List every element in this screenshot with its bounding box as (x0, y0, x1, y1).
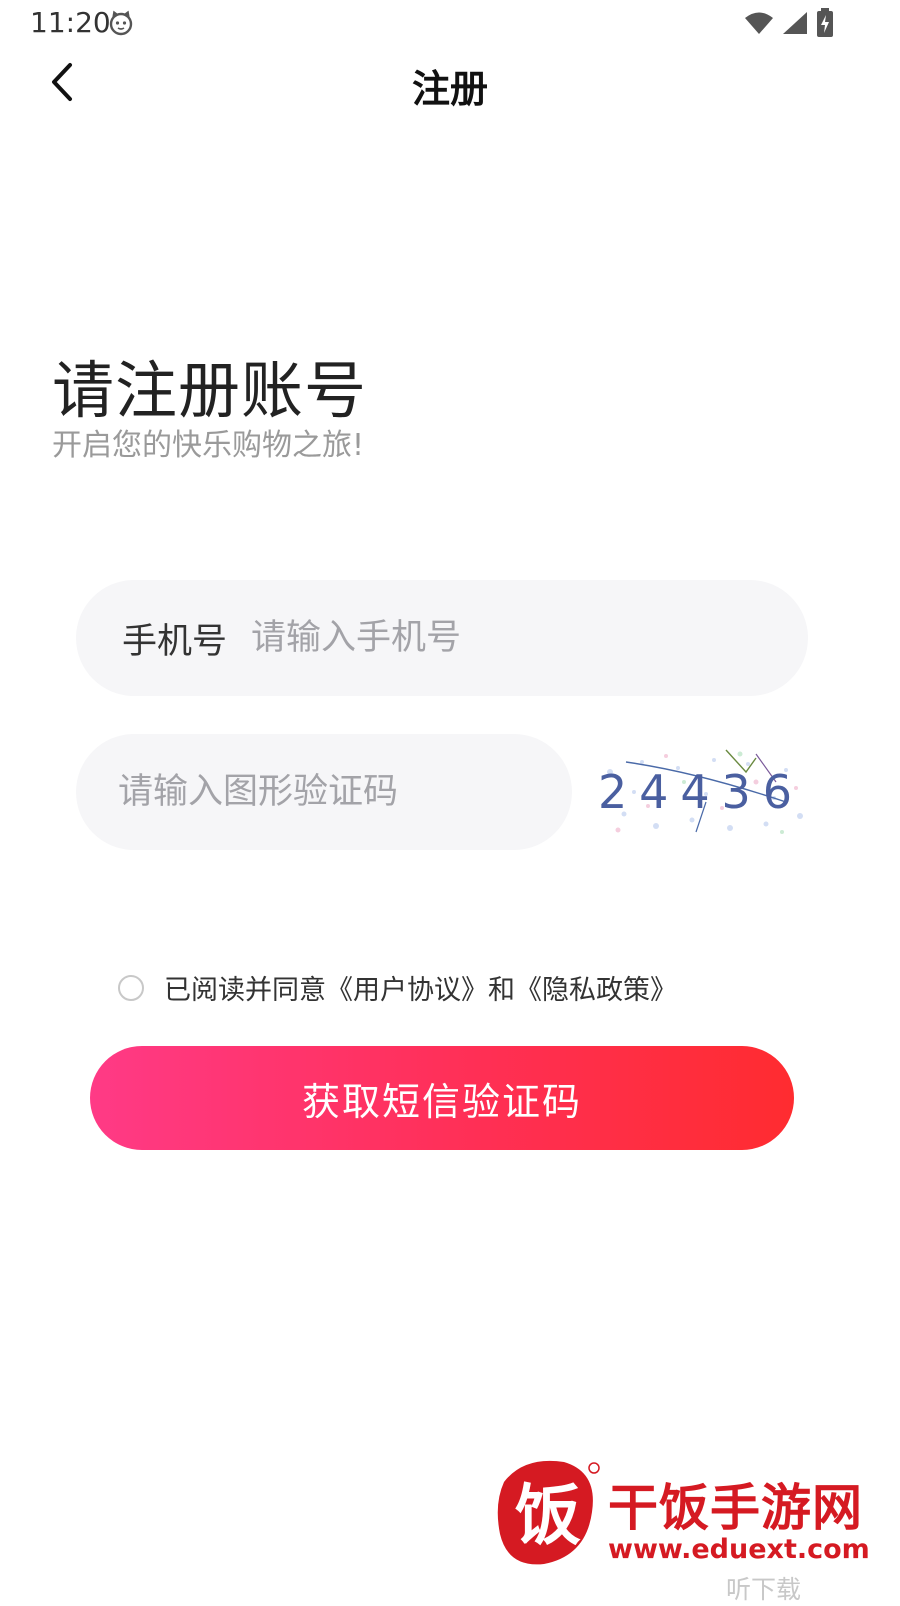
watermark-logo: 饭 (494, 1452, 602, 1572)
signal-icon (782, 11, 808, 39)
captcha-input[interactable] (116, 771, 572, 813)
register-heading: 请注册账号 (52, 354, 368, 427)
captcha-field[interactable] (76, 734, 572, 850)
user-agreement-link[interactable]: 《用户协议》 (326, 975, 488, 1006)
privacy-policy-link[interactable]: 《隐私政策》 (515, 975, 677, 1006)
get-sms-code-button[interactable]: 获取短信验证码 (90, 1046, 794, 1150)
svg-text:饭: 饭 (515, 1477, 581, 1554)
watermark-download-text: 听下载 (726, 1575, 802, 1604)
captcha-code: 24436 (598, 765, 806, 819)
watermark: 饭 干饭手游网 www.eduext.com 听下载 (490, 1452, 900, 1604)
page-title: 注册 (411, 67, 488, 111)
wifi-icon (744, 11, 774, 39)
agreement-text: 已阅读并同意《用户协议》和《隐私政策》 (164, 968, 677, 1007)
agree-checkbox[interactable] (118, 974, 144, 1001)
agreement-conjunction: 和 (488, 975, 515, 1006)
header: 注册 (0, 48, 900, 120)
battery-charging-icon (816, 8, 834, 42)
captcha-image[interactable]: 24436 (596, 742, 812, 842)
phone-field[interactable]: 手机号 (76, 580, 808, 696)
watermark-site-name: 干饭手游网 (608, 1479, 863, 1537)
phone-label: 手机号 (122, 621, 228, 662)
agreement-row: 已阅读并同意《用户协议》和《隐私政策》 (118, 968, 677, 1007)
register-subheading: 开启您的快乐购物之旅! (52, 428, 365, 463)
watermark-url: www.eduext.com (608, 1534, 870, 1565)
status-time: 11:20 (30, 6, 111, 39)
phone-input[interactable] (249, 617, 808, 659)
cat-face-icon (108, 10, 134, 36)
status-bar: 11:20 (0, 0, 900, 48)
agreement-prefix: 已阅读并同意 (164, 975, 326, 1006)
